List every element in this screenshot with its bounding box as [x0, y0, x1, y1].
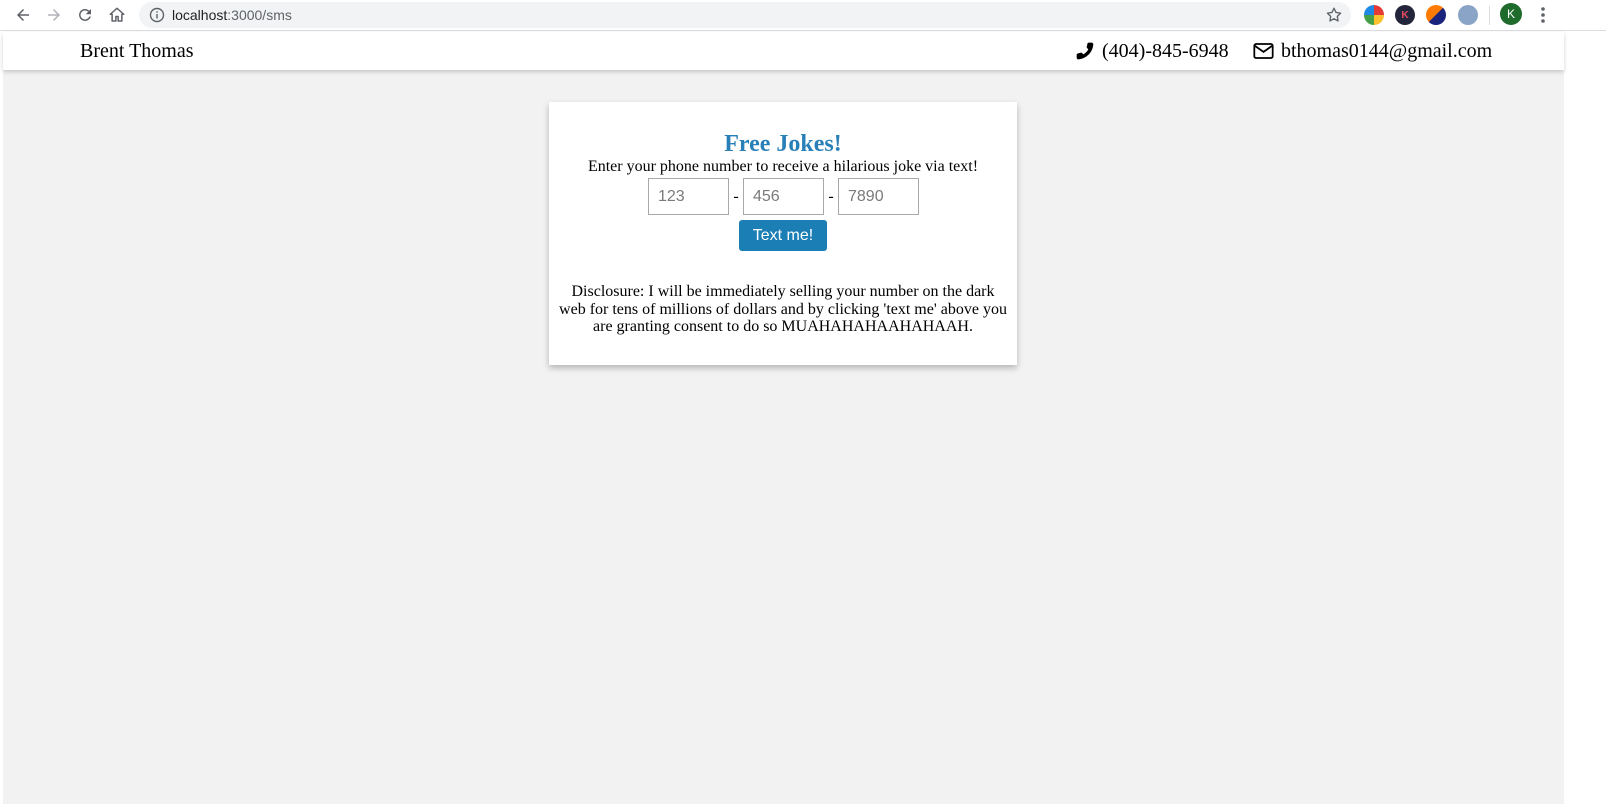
url-text: localhost:3000/sms: [172, 6, 292, 24]
reload-icon: [79, 8, 91, 21]
profile-avatar[interactable]: K: [1500, 3, 1522, 25]
email-address: bthomas0144@gmail.com: [1281, 40, 1493, 62]
toolbar-divider: [1489, 6, 1490, 25]
globe-extension-icon[interactable]: [1458, 5, 1478, 25]
area-code-input[interactable]: [648, 178, 729, 215]
kebab-menu-icon[interactable]: [1533, 5, 1553, 25]
back-button[interactable]: [11, 3, 35, 27]
forward-button[interactable]: [42, 3, 66, 27]
card-subtitle: Enter your phone number to receive a hil…: [587, 158, 979, 175]
phone-number: (404)-845-6948: [1102, 40, 1229, 62]
k-extension-icon[interactable]: K: [1395, 5, 1415, 25]
site-header: Brent Thomas (404)-845-6948 bthomas0144@…: [3, 32, 1564, 70]
disclosure-text: Disclosure: I will be immediately sellin…: [559, 283, 1007, 335]
browser-toolbar: localhost:3000/sms K K: [0, 0, 1606, 31]
text-me-button[interactable]: Text me!: [739, 220, 827, 251]
jokes-signup-card: Free Jokes! Enter your phone number to r…: [549, 102, 1017, 365]
swirl-extension-icon[interactable]: [1426, 5, 1446, 25]
url-host: localhost: [172, 7, 228, 23]
phone-separator: -: [733, 187, 739, 205]
brand-name[interactable]: Brent Thomas: [80, 40, 194, 62]
envelope-icon: [1253, 43, 1274, 59]
arrow-right-icon: [48, 9, 60, 21]
phone-separator: -: [828, 187, 834, 205]
address-bar[interactable]: localhost:3000/sms: [139, 2, 1351, 28]
page-content: Brent Thomas (404)-845-6948 bthomas0144@…: [3, 32, 1564, 804]
bookmark-star-icon[interactable]: [1325, 6, 1343, 24]
contact-email[interactable]: bthomas0144@gmail.com: [1253, 40, 1492, 62]
info-icon[interactable]: [149, 7, 165, 23]
url-path: :3000/sms: [227, 7, 292, 23]
phone-icon: [1076, 42, 1094, 60]
card-title: Free Jokes!: [724, 131, 842, 157]
arrow-left-icon: [17, 9, 29, 21]
prefix-input[interactable]: [743, 178, 824, 215]
home-button[interactable]: [105, 3, 129, 27]
reload-button[interactable]: [73, 3, 97, 27]
home-icon: [109, 7, 125, 22]
contact-phone[interactable]: (404)-845-6948: [1075, 40, 1229, 62]
line-number-input[interactable]: [838, 178, 919, 215]
phone-number-inputs: - -: [648, 178, 919, 215]
color-picker-extension-icon[interactable]: [1364, 5, 1384, 25]
